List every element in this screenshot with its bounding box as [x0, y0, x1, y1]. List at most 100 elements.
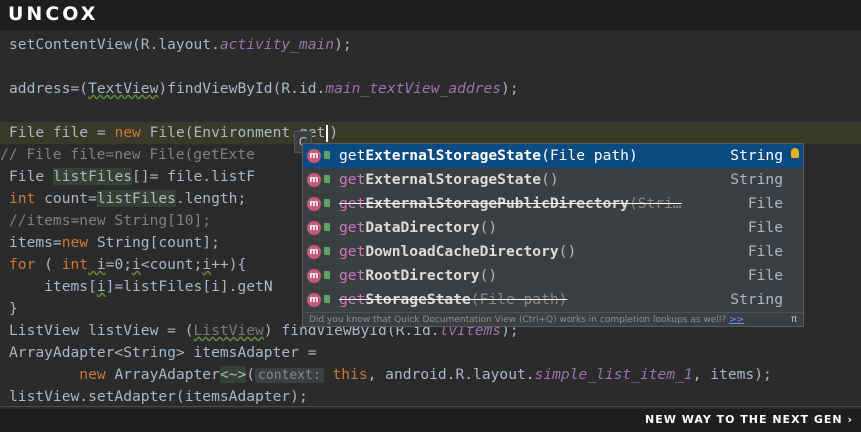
completion-name: RootDirectory: [365, 267, 480, 284]
completion-args: (): [479, 267, 498, 284]
completion-args: (File path): [470, 291, 568, 308]
completion-item[interactable]: m getDataDirectory() File: [303, 216, 803, 240]
method-icon: m: [307, 269, 321, 283]
completion-item[interactable]: m getExternalStorageState(File path) Strin…: [303, 144, 803, 168]
code-field: activity_main: [219, 36, 335, 53]
completion-item[interactable]: m getRootDirectory() File: [303, 264, 803, 288]
code-text: .length;: [175, 190, 247, 207]
completion-return-type: String: [730, 147, 783, 164]
code-text: items=: [9, 234, 62, 251]
code-keyword: this: [323, 366, 368, 383]
text-caret: [326, 124, 329, 142]
code-line-10[interactable]: items=new String[count];: [9, 232, 220, 254]
completion-item[interactable]: m getDownloadCacheDirectory() File: [303, 240, 803, 264]
completion-return-type: File: [747, 219, 783, 236]
completion-method-name: getDownloadCacheDirectory(): [339, 240, 576, 264]
code-text: address=(: [9, 80, 89, 97]
code-line-11[interactable]: for ( int i=0;i<count;i++){: [9, 254, 246, 276]
completion-footer: Did you know that Quick Documentation Vi…: [303, 312, 803, 327]
code-line-9[interactable]: //items=new String[10];: [9, 210, 211, 232]
code-line-13[interactable]: }: [9, 298, 18, 320]
code-keyword: int: [9, 190, 36, 207]
completion-prefix: get: [339, 267, 366, 284]
completion-return-type: File: [747, 267, 783, 284]
code-line-8[interactable]: int count=listFiles.length;: [9, 188, 246, 210]
code-text: ): [329, 124, 339, 141]
completion-item[interactable]: m getStorageState(File path) String: [303, 288, 803, 312]
completion-prefix: get: [339, 219, 366, 236]
completion-item[interactable]: m getExternalStorageState() String: [303, 168, 803, 192]
code-text: setContentView(R.layout.: [9, 36, 220, 53]
completion-footer-link[interactable]: >>: [729, 315, 744, 325]
method-icon: m: [307, 149, 321, 163]
code-line-15[interactable]: ArrayAdapter<String> itemsAdapter =: [9, 342, 317, 364]
completion-args: (): [541, 171, 559, 188]
code-text: File: [9, 168, 53, 185]
completion-method-name: getExternalStorageState(): [339, 168, 559, 192]
code-var: i: [132, 256, 141, 273]
completion-name: DownloadCacheDirectory: [365, 243, 559, 260]
code-line-17[interactable]: listView.setAdapter(itemsAdapter);: [9, 386, 308, 408]
slogan-text: NEW WAY TO THE NEXT GEN ›: [645, 413, 853, 426]
code-keyword: int: [61, 256, 89, 273]
code-comment: // File file=new File(getExte: [0, 146, 255, 163]
code-line-6[interactable]: // File file=new File(getExte: [0, 144, 255, 166]
method-icon: m: [307, 245, 321, 259]
method-icon: m: [307, 173, 321, 187]
code-diamond: <~>: [219, 366, 247, 383]
code-text: )findViewById(R.id.: [158, 80, 326, 97]
code-text: count=: [35, 190, 97, 207]
completion-prefix: get: [339, 171, 366, 188]
code-text: (: [35, 256, 62, 273]
completion-method-name: getDataDirectory(): [339, 216, 497, 240]
code-line-12[interactable]: items[i]=listFiles[i].getN: [9, 276, 273, 298]
code-line-16[interactable]: new ArrayAdapter<~>(context: this, andro…: [9, 364, 772, 386]
code-var: i: [96, 278, 106, 295]
code-highlight: listFiles: [52, 168, 133, 185]
completion-name: DataDirectory: [365, 219, 480, 236]
code-var: i: [202, 256, 212, 273]
completion-name: ExternalStoragePublicDirectory: [365, 195, 629, 212]
code-keyword: new: [79, 366, 106, 383]
code-text: ++){: [211, 256, 247, 273]
code-cast: ListView: [193, 322, 264, 339]
code-text: , items);: [692, 366, 772, 383]
code-cast: TextView: [88, 80, 159, 97]
completion-item[interactable]: m getExternalStoragePublicDirectory(Stri……: [303, 192, 803, 216]
code-text: ]=listFiles[i].getN: [105, 278, 273, 295]
code-field: main_textView_addres: [325, 80, 502, 97]
completion-method-name: getStorageState(File path): [339, 288, 567, 312]
access-lock-icon: [324, 175, 330, 183]
completion-name: StorageState: [365, 291, 471, 308]
access-lock-icon: [324, 199, 330, 207]
code-line-3[interactable]: address=(TextView)findViewById(R.id.main…: [9, 78, 519, 100]
completion-prefix: get: [339, 291, 366, 308]
method-icon: m: [307, 293, 321, 307]
code-line-1[interactable]: setContentView(R.layout.activity_main);: [9, 34, 352, 56]
completion-return-type: String: [730, 171, 783, 188]
code-text: (: [246, 366, 256, 383]
code-text: , android.R.layout.: [367, 366, 535, 383]
code-line-7[interactable]: File listFiles[]= file.listF: [9, 166, 255, 188]
code-text: =0;: [105, 256, 133, 273]
code-text: <count;: [140, 256, 203, 273]
uncox-logo: UNCOX: [8, 3, 99, 25]
code-text: );: [334, 36, 352, 53]
code-keyword: new: [61, 234, 89, 251]
completion-name: ExternalStorageState: [365, 147, 542, 164]
completion-args: (): [479, 219, 498, 236]
code-line-5-current[interactable]: File file = new File(Environment.get): [0, 122, 861, 144]
code-field: simple_list_item_1: [534, 366, 693, 383]
completion-args: (File path): [541, 147, 638, 164]
completion-return-type: String: [730, 291, 783, 308]
code-text: ListView listView = (: [9, 322, 194, 339]
lightbulb-icon[interactable]: [791, 148, 799, 158]
code-text: );: [501, 80, 519, 97]
completion-pi-icon[interactable]: π: [791, 313, 797, 327]
code-text: }: [9, 300, 18, 317]
completion-method-name: getRootDirectory(): [339, 264, 497, 288]
code-comment: //items=new String[10];: [9, 212, 212, 229]
code-completion-popup[interactable]: Did you know that Quick Documentation Vi…: [302, 143, 804, 327]
completion-prefix: get: [339, 195, 366, 212]
code-keyword: for: [9, 256, 36, 273]
